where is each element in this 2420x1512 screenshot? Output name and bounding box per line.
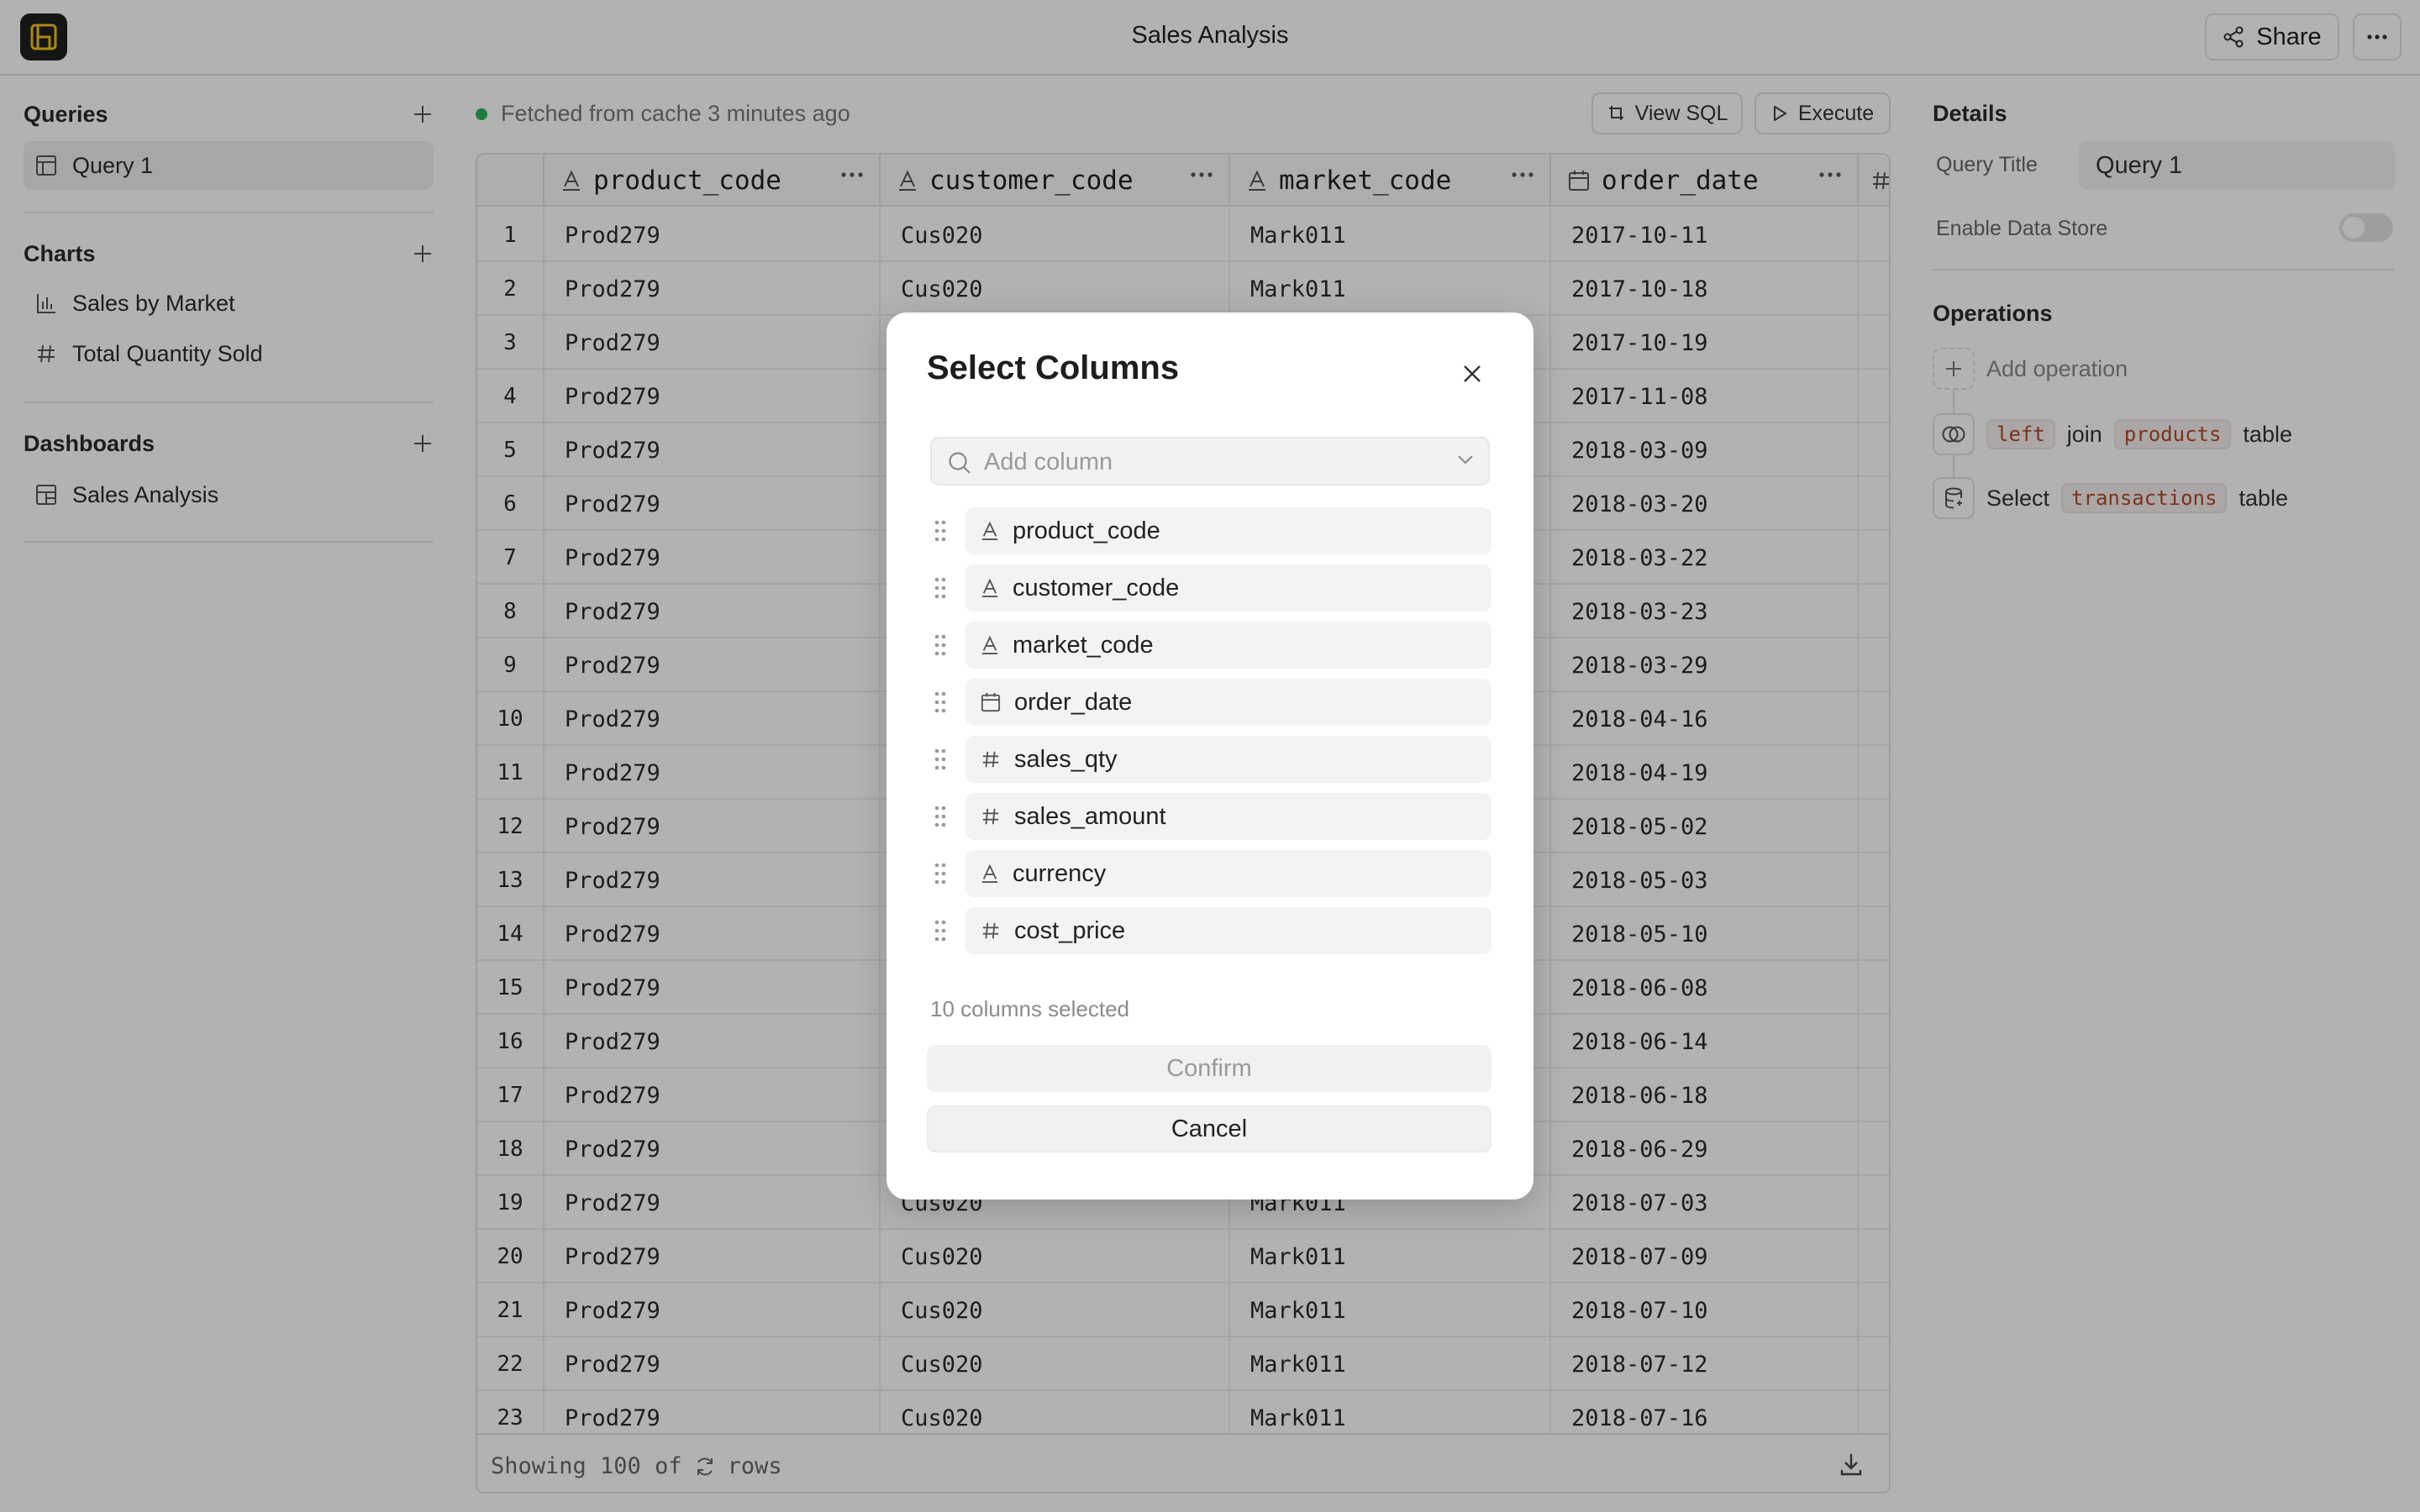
text-type-icon [981,635,999,655]
hash-icon [981,921,1001,941]
column-name: customer_code [1013,574,1180,601]
hash-icon [981,749,1001,769]
add-column-combobox[interactable] [930,437,1490,486]
drag-handle-icon[interactable] [934,748,947,771]
column-name: currency [1013,859,1107,887]
select-columns-dialog: Select Columns product_code customer_code… [886,312,1534,1200]
selected-columns-list: product_code customer_code market_codeorde… [927,507,1495,961]
column-name: order_date [1014,688,1133,716]
calendar-icon [981,692,1001,712]
text-type-icon [981,521,999,541]
column-list-item[interactable]: cost_price [927,907,1495,954]
close-icon[interactable] [1453,354,1491,393]
drag-handle-icon[interactable] [934,633,947,657]
column-pill[interactable]: sales_qty [965,736,1491,783]
selected-count: 10 columns selected [930,996,1130,1021]
column-list-item[interactable]: sales_amount [927,793,1495,840]
column-list-item[interactable]: market_code [927,622,1495,669]
column-list-item[interactable]: product_code [927,507,1495,554]
cancel-button[interactable]: Cancel [927,1105,1491,1152]
drag-handle-icon[interactable] [934,519,947,543]
column-name: sales_qty [1014,745,1118,773]
drag-handle-icon[interactable] [934,805,947,828]
drag-handle-icon[interactable] [934,862,947,885]
chevron-down-icon[interactable] [1456,454,1475,465]
column-pill[interactable]: product_code [965,507,1491,554]
column-pill[interactable]: cost_price [965,907,1491,954]
column-name: sales_amount [1014,802,1166,830]
column-list-item[interactable]: sales_qty [927,736,1495,783]
column-list-item[interactable]: order_date [927,679,1495,726]
column-pill[interactable]: order_date [965,679,1491,726]
text-type-icon [981,578,999,598]
confirm-button[interactable]: Confirm [927,1045,1491,1092]
column-pill[interactable]: currency [965,850,1491,897]
column-list-item[interactable]: currency [927,850,1495,897]
column-name: market_code [1013,631,1154,659]
drag-handle-icon[interactable] [934,919,947,942]
search-icon [947,450,972,475]
column-pill[interactable]: sales_amount [965,793,1491,840]
text-type-icon [981,864,999,884]
drag-handle-icon[interactable] [934,576,947,600]
hash-icon [981,806,1001,827]
column-pill[interactable]: market_code [965,622,1491,669]
dialog-title: Select Columns [927,349,1180,386]
add-column-input[interactable] [984,445,1455,479]
drag-handle-icon[interactable] [934,690,947,714]
column-list-item[interactable]: customer_code [927,564,1495,612]
column-name: product_code [1013,517,1160,544]
column-pill[interactable]: customer_code [965,564,1491,612]
column-name: cost_price [1014,916,1126,944]
